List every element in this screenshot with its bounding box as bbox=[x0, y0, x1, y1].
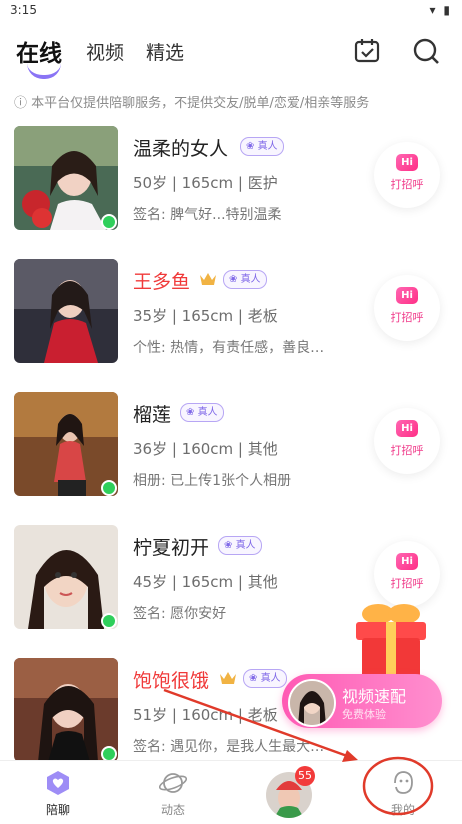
badge-group: ❀ 真人 bbox=[240, 136, 284, 156]
avatar[interactable] bbox=[14, 392, 118, 496]
status-icons: ▾ ▮ bbox=[429, 3, 452, 17]
greet-label: 打招呼 bbox=[390, 444, 424, 457]
hi-icon: Hi bbox=[396, 154, 418, 171]
avatar[interactable] bbox=[14, 126, 118, 230]
profile-face-icon bbox=[394, 771, 413, 794]
avatar[interactable] bbox=[14, 259, 118, 363]
calendar-check-icon[interactable] bbox=[352, 36, 382, 66]
tab-video[interactable]: 视频 bbox=[86, 38, 124, 65]
verified-badge: ❀ 真人 bbox=[218, 535, 262, 555]
user-name: 柠夏初开 bbox=[133, 537, 210, 559]
match-subtitle: 免费体验 bbox=[342, 708, 386, 721]
bottom-tab-bar: 陪聊 动态 我的 bbox=[0, 760, 462, 824]
greet-label: 打招呼 bbox=[390, 577, 424, 590]
verified-label: 真人 bbox=[235, 539, 256, 551]
match-avatar bbox=[288, 679, 336, 727]
greet-label: 打招呼 bbox=[390, 178, 424, 191]
planet-icon bbox=[159, 773, 187, 793]
badge-group: ❀ 真人 bbox=[219, 668, 287, 688]
verified-label: 真人 bbox=[260, 672, 281, 684]
greet-button[interactable]: Hi 打招呼 bbox=[374, 275, 440, 341]
status-bar: 3:15 ▾ ▮ bbox=[0, 0, 462, 22]
online-indicator bbox=[101, 214, 117, 230]
tabbar-label: 陪聊 bbox=[45, 803, 70, 817]
verified-badge: ❀ 真人 bbox=[240, 136, 284, 156]
verified-label: 真人 bbox=[197, 406, 218, 418]
user-info: 45岁 | 165cm | 其他 bbox=[133, 573, 278, 591]
tabbar-item-me[interactable]: 我的 bbox=[368, 761, 438, 824]
search-icon[interactable] bbox=[411, 36, 441, 66]
greet-button[interactable]: Hi 打招呼 bbox=[374, 408, 440, 474]
verified-label: 真人 bbox=[257, 140, 278, 152]
hi-icon: Hi bbox=[396, 420, 418, 437]
tabbar-item-chat[interactable]: 陪聊 bbox=[23, 761, 93, 824]
match-title: 视频速配 bbox=[342, 687, 407, 706]
gift-box-icon[interactable] bbox=[350, 598, 432, 686]
verified-badge: ❀ 真人 bbox=[180, 402, 224, 422]
user-info: 36岁 | 160cm | 其他 bbox=[133, 440, 278, 458]
active-tab-indicator bbox=[27, 63, 61, 79]
user-signature: 个性: 热情，有责任感，善良… bbox=[133, 340, 325, 356]
avatar[interactable] bbox=[14, 658, 118, 762]
tabbar-label: 动态 bbox=[160, 803, 185, 817]
user-signature: 签名: 遇见你，是我人生最大… bbox=[133, 739, 325, 755]
user-signature: 相册: 已上传1张个人相册 bbox=[133, 473, 292, 489]
verified-label: 真人 bbox=[240, 273, 261, 285]
list-item[interactable]: 王多鱼 ❀ 真人 35岁 | 165cm | 老板 个性: 热情，有责任感，善良… bbox=[0, 255, 462, 387]
badge-group: ❀ 真人 bbox=[180, 402, 224, 422]
online-indicator bbox=[101, 480, 117, 496]
badge-group: ❀ 真人 bbox=[199, 269, 267, 289]
online-indicator bbox=[101, 613, 117, 629]
user-signature: 签名: 愿你安好 bbox=[133, 606, 227, 622]
top-nav: 在线 视频 精选 bbox=[0, 28, 462, 80]
user-info: 51岁 | 160cm | 老板 bbox=[133, 706, 278, 724]
verified-badge: ❀ 真人 bbox=[243, 668, 287, 688]
badge-group: ❀ 真人 bbox=[218, 535, 262, 555]
user-name: 王多鱼 bbox=[133, 271, 191, 293]
heart-chat-icon bbox=[47, 771, 69, 795]
vip-crown-icon bbox=[200, 273, 216, 285]
hi-icon: Hi bbox=[396, 553, 418, 570]
user-name: 榴莲 bbox=[133, 404, 172, 426]
vip-crown-icon bbox=[220, 672, 236, 684]
user-name: 温柔的女人 bbox=[133, 138, 229, 160]
tabbar-label: 我的 bbox=[390, 803, 415, 817]
unread-count-badge: 55 bbox=[295, 766, 315, 786]
tabbar-item-moments[interactable]: 动态 bbox=[138, 761, 208, 824]
user-name: 饱饱很饿 bbox=[133, 670, 210, 692]
list-item[interactable]: 温柔的女人 ❀ 真人 50岁 | 165cm | 医护 签名: 脾气好...特别… bbox=[0, 122, 462, 254]
service-notice: ⓘ 本平台仅提供陪聊服务，不提供交友/脱单/恋爱/相亲等服务 bbox=[14, 96, 370, 111]
verified-badge: ❀ 真人 bbox=[223, 269, 267, 289]
greet-label: 打招呼 bbox=[390, 311, 424, 324]
avatar[interactable] bbox=[14, 525, 118, 629]
list-item[interactable]: 榴莲 ❀ 真人 36岁 | 160cm | 其他 相册: 已上传1张个人相册 H… bbox=[0, 388, 462, 520]
user-info: 50岁 | 165cm | 医护 bbox=[133, 174, 278, 192]
tab-featured[interactable]: 精选 bbox=[146, 38, 184, 65]
video-match-button[interactable]: 视频速配 免费体验 bbox=[282, 674, 442, 728]
greet-button[interactable]: Hi 打招呼 bbox=[374, 142, 440, 208]
user-info: 35岁 | 165cm | 老板 bbox=[133, 307, 278, 325]
hi-icon: Hi bbox=[396, 287, 418, 304]
user-signature: 签名: 脾气好...特别温柔 bbox=[133, 207, 282, 223]
status-time: 3:15 bbox=[10, 3, 37, 17]
